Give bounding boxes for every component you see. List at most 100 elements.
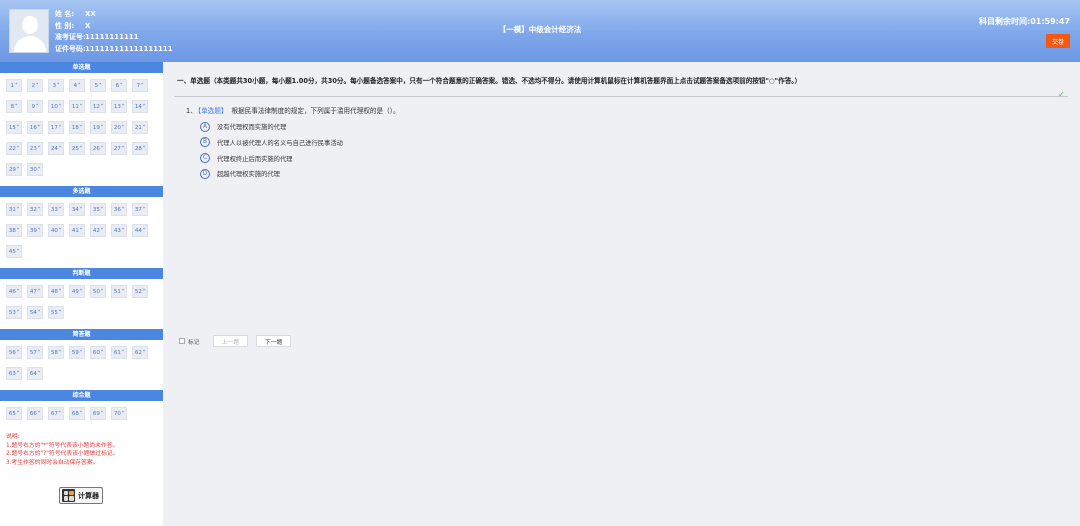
question-jump-button[interactable]: 3 * <box>48 79 64 92</box>
mark-label: 标记 <box>188 339 200 346</box>
question-navigator: 单选题 1 * 2 * 3 * 4 * 5 * 6 * 7 * 8 * 9 * 10 * 11 * 12 * 13 * 14 * 15 * 1… <box>0 62 163 526</box>
section-description: 一、单选题（本类题共30小题，每小题1.00分，共30分。每小题备选答案中，只有… <box>177 77 802 85</box>
option-a[interactable]: A 没有代理权而实施的代理 <box>200 121 343 132</box>
question-jump-button[interactable]: 4 * <box>69 79 85 92</box>
question-jump-button[interactable]: 31 * <box>6 203 22 216</box>
remaining-time: 科目剩余时间:01:59:47 <box>979 16 1070 27</box>
question-jump-button[interactable]: 5 * <box>90 79 106 92</box>
question-jump-button[interactable]: 21 * <box>132 121 148 134</box>
question-jump-button[interactable]: 66 * <box>27 407 43 420</box>
question-jump-button[interactable]: 51 * <box>111 285 127 298</box>
question-jump-button[interactable]: 56 * <box>6 346 22 359</box>
question-jump-button[interactable]: 29 * <box>6 163 22 176</box>
calculator-button[interactable]: 计算器 <box>59 487 103 504</box>
question-jump-button[interactable]: 45 * <box>6 245 22 258</box>
question-jump-button[interactable]: 48 * <box>48 285 64 298</box>
question-jump-button[interactable]: 24 * <box>48 142 64 155</box>
question-jump-button[interactable]: 69 * <box>90 407 106 420</box>
question-jump-button[interactable]: 47 * <box>27 285 43 298</box>
option-b-radio[interactable]: B <box>200 137 210 148</box>
timer-value: 01:59:47 <box>1030 17 1070 26</box>
question-jump-button[interactable]: 10 * <box>48 100 64 113</box>
question-jump-button[interactable]: 44 * <box>132 224 148 237</box>
section-header: 单选题 <box>0 62 163 73</box>
question-jump-button[interactable]: 25 * <box>69 142 85 155</box>
question-jump-button[interactable]: 18 * <box>69 121 85 134</box>
question-text: 根据民事法律制度的规定，下列属于滥用代理权的是（）。 <box>231 107 400 115</box>
bookmark-check-icon[interactable]: ✓ <box>1058 90 1068 100</box>
question-jump-button[interactable]: 17 * <box>48 121 64 134</box>
question-jump-button[interactable]: 32 * <box>27 203 43 216</box>
answer-options: A 没有代理权而实施的代理 B 代理人以被代理人的名义与自己进行民事活动 C 代理权终… <box>200 121 343 184</box>
question-jump-button[interactable]: 11 * <box>69 100 85 113</box>
question-grid: 1 * 2 * 3 * 4 * 5 * 6 * 7 * 8 * 9 * 10 * 11 * 12 * 13 * 14 * 15 * 16 * 1… <box>0 73 163 186</box>
question-jump-button[interactable]: 49 * <box>69 285 85 298</box>
question-jump-button[interactable]: 23 * <box>27 142 43 155</box>
question-jump-button[interactable]: 53 * <box>6 306 22 319</box>
question-jump-button[interactable]: 12 * <box>90 100 106 113</box>
question-jump-button[interactable]: 30 * <box>27 163 43 176</box>
section-header: 判断题 <box>0 268 163 279</box>
question-jump-button[interactable]: 8 * <box>6 100 22 113</box>
option-d-radio[interactable]: D <box>200 168 210 179</box>
question-jump-button[interactable]: 60 * <box>90 346 106 359</box>
question-jump-button[interactable]: 1 * <box>6 79 22 92</box>
question-jump-button[interactable]: 6 * <box>111 79 127 92</box>
question-type-tag: 【单选题】 <box>197 107 228 115</box>
question-jump-button[interactable]: 39 * <box>27 224 43 237</box>
question-jump-button[interactable]: 9 * <box>27 100 43 113</box>
question-jump-button[interactable]: 65 * <box>6 407 22 420</box>
question-jump-button[interactable]: 16 * <box>27 121 43 134</box>
question-jump-button[interactable]: 22 * <box>6 142 22 155</box>
question-jump-button[interactable]: 64 * <box>27 367 43 380</box>
question-jump-button[interactable]: 20 * <box>111 121 127 134</box>
question-jump-button[interactable]: 46 * <box>6 285 22 298</box>
divider <box>174 96 1068 97</box>
question-jump-button[interactable]: 15 * <box>6 121 22 134</box>
question-jump-button[interactable]: 68 * <box>69 407 85 420</box>
submit-exam-button[interactable]: 交卷 <box>1046 34 1070 48</box>
question-jump-button[interactable]: 52 * <box>132 285 148 298</box>
next-question-button[interactable]: 下一题 <box>256 335 292 347</box>
question-jump-button[interactable]: 55 * <box>48 306 64 319</box>
question-jump-button[interactable]: 14 * <box>132 100 148 113</box>
question-jump-button[interactable]: 63 * <box>6 367 22 380</box>
option-a-radio[interactable]: A <box>200 121 210 132</box>
question-jump-button[interactable]: 61 * <box>111 346 127 359</box>
question-jump-button[interactable]: 57 * <box>27 346 43 359</box>
question-jump-button[interactable]: 35 * <box>90 203 106 216</box>
question-jump-button[interactable]: 28 * <box>132 142 148 155</box>
question-jump-button[interactable]: 62 * <box>132 346 148 359</box>
question-jump-button[interactable]: 19 * <box>90 121 106 134</box>
question-jump-button[interactable]: 54 * <box>27 306 43 319</box>
option-c-radio[interactable]: C <box>200 153 210 164</box>
question-jump-button[interactable]: 43 * <box>111 224 127 237</box>
option-b[interactable]: B 代理人以被代理人的名义与自己进行民事活动 <box>200 137 343 148</box>
question-jump-button[interactable]: 70 * <box>111 407 127 420</box>
question-jump-button[interactable]: 42 * <box>90 224 106 237</box>
question-jump-button[interactable]: 26 * <box>90 142 106 155</box>
question-jump-button[interactable]: 7 * <box>132 79 148 92</box>
question-jump-button[interactable]: 36 * <box>111 203 127 216</box>
question-jump-button[interactable]: 59 * <box>69 346 85 359</box>
option-c[interactable]: C 代理权终止后而实施的代理 <box>200 153 343 164</box>
question-number: 1、 <box>186 107 197 115</box>
question-jump-button[interactable]: 37 * <box>132 203 148 216</box>
candidate-name-row: 姓 名: XX <box>55 10 96 18</box>
question-jump-button[interactable]: 58 * <box>48 346 64 359</box>
question-jump-button[interactable]: 27 * <box>111 142 127 155</box>
question-jump-button[interactable]: 50 * <box>90 285 106 298</box>
question-jump-button[interactable]: 40 * <box>48 224 64 237</box>
question-jump-button[interactable]: 67 * <box>48 407 64 420</box>
question-nav-bar: 标记 上一题 下一题 <box>179 335 299 347</box>
mark-checkbox[interactable] <box>179 338 185 344</box>
question-jump-button[interactable]: 33 * <box>48 203 64 216</box>
question-jump-button[interactable]: 2 * <box>27 79 43 92</box>
prev-question-button[interactable]: 上一题 <box>212 335 249 347</box>
question-jump-button[interactable]: 13 * <box>111 100 127 113</box>
option-d[interactable]: D 超越代理权实施的代理 <box>200 168 343 179</box>
question-jump-button[interactable]: 41 * <box>69 224 85 237</box>
question-jump-button[interactable]: 34 * <box>69 203 85 216</box>
question-jump-button[interactable]: 38 * <box>6 224 22 237</box>
timer-label: 科目剩余时间: <box>979 17 1031 26</box>
